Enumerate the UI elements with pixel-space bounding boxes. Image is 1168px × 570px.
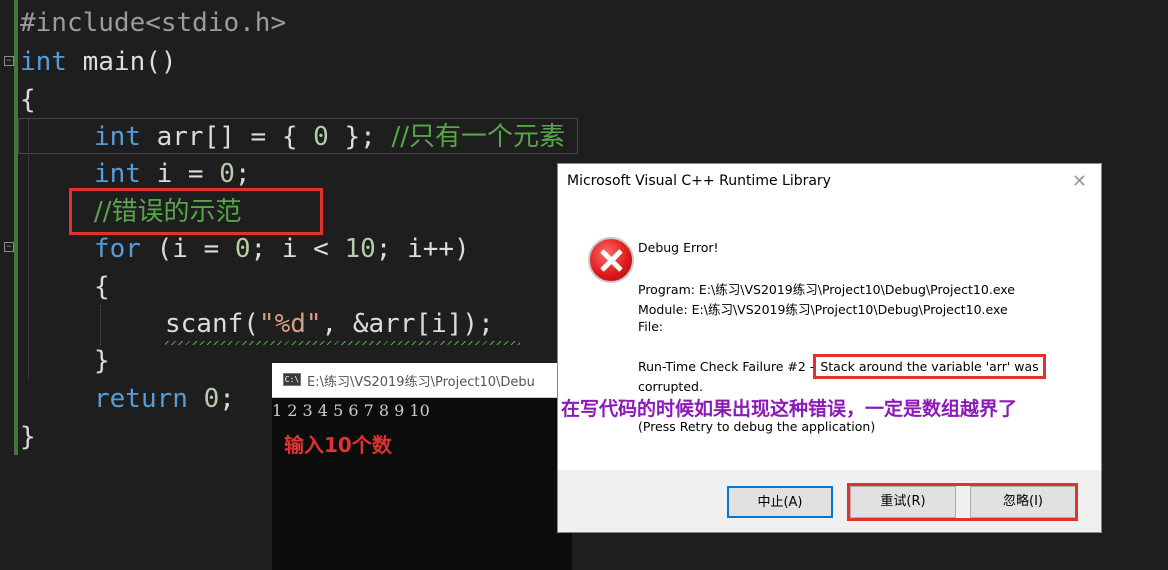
code-text: ; i < [250,234,345,264]
comment-highlight-box [69,188,323,235]
code-text: ; i++) [375,234,470,264]
program-path: Program: E:\练习\VS2019练习\Project10\Debug\… [638,282,1015,297]
failure-highlight: Stack around the variable 'arr' was [813,354,1046,379]
number-literal: 0 [234,234,251,264]
file-label: File: [638,319,664,334]
failure-prefix: Run-Time Check Failure #2 - [638,359,819,374]
console-app-icon: C:\ [283,373,301,386]
explanation-annotation: 在写代码的时候如果出现这种错误，一定是数组越界了 [561,394,1018,421]
code-line-11: return 0; [94,382,235,416]
code-line-4: int arr[] = { 0 }; //只有一个元素 [94,120,565,154]
error-icon [588,237,634,283]
error-heading: Debug Error! [638,240,719,255]
code-line-12: } [20,420,36,454]
module-path: Module: E:\练习\VS2019练习\Project10\Debug\P… [638,302,1008,317]
number-literal: 0 [313,122,329,152]
function-call: scanf( [165,309,259,339]
code-line-9: scanf("%d", &arr[i]); [165,307,494,341]
code-line-7: for (i = 0; i < 10; i++) [94,232,470,266]
dialog-title: Microsoft Visual C++ Runtime Library [567,173,831,189]
code-line-10: } [94,344,110,378]
retry-hint: (Press Retry to debug the application) [638,419,876,434]
code-line-8: { [94,270,110,304]
close-icon[interactable]: ✕ [1072,173,1087,191]
warning-squiggle[interactable] [165,341,520,345]
runtime-error-dialog[interactable]: Microsoft Visual C++ Runtime Library ✕ D… [557,163,1102,533]
code-text: } [20,422,36,452]
code-text: ; [219,384,235,414]
keyword: for [94,234,141,264]
code-text: , &arr[i]); [321,309,494,339]
keyword: return [94,384,188,414]
console-output: 1 2 3 4 5 6 7 8 9 10 [272,401,430,420]
keyword: int [94,159,141,189]
indent-guide-inner [100,305,101,345]
keyword: int [94,122,141,152]
code-comment: //只有一个元素 [391,122,565,152]
buttons-highlight-box [847,483,1078,521]
fold-main-icon[interactable] [4,56,14,66]
console-window[interactable]: C:\ E:\练习\VS2019练习\Project10\Debu 1 2 3 … [272,363,572,570]
code-text: }; [328,122,392,152]
code-line-5: int i = 0; [94,157,251,191]
code-line-3: { [20,83,36,117]
code-text: } [94,346,110,376]
code-text: (i = [140,234,235,264]
code-text: { [20,85,36,115]
failure-message: Run-Time Check Failure #2 - Stack around… [638,354,1046,379]
console-annotation: 输入10个数 [284,433,392,457]
code-text: arr[] = { [140,122,314,152]
fold-for-icon[interactable] [4,242,14,252]
preprocessor-directive: #include<stdio.h> [20,8,287,38]
indent-guide [28,118,29,380]
abort-button[interactable]: 中止(A) [727,486,833,518]
code-line-2: int main() [20,45,177,79]
code-text: ; [234,159,251,189]
change-indicator-bar [14,0,18,455]
code-text: { [94,272,110,302]
keyword: int [20,47,67,77]
code-text: i = [140,159,220,189]
dialog-body: Debug Error! Program: E:\练习\VS2019练习\Pro… [558,208,1101,470]
code-line-1: #include<stdio.h> [20,6,286,40]
number-literal: 0 [219,159,235,189]
string-literal: "%d" [258,309,322,339]
code-text: main() [66,47,177,77]
number-literal: 0 [203,384,220,414]
console-titlebar[interactable]: C:\ E:\练习\VS2019练习\Project10\Debu [272,363,572,398]
failure-continuation: corrupted. [638,379,703,394]
console-title: E:\练习\VS2019练习\Project10\Debu [307,375,535,390]
number-literal: 10 [344,234,376,264]
